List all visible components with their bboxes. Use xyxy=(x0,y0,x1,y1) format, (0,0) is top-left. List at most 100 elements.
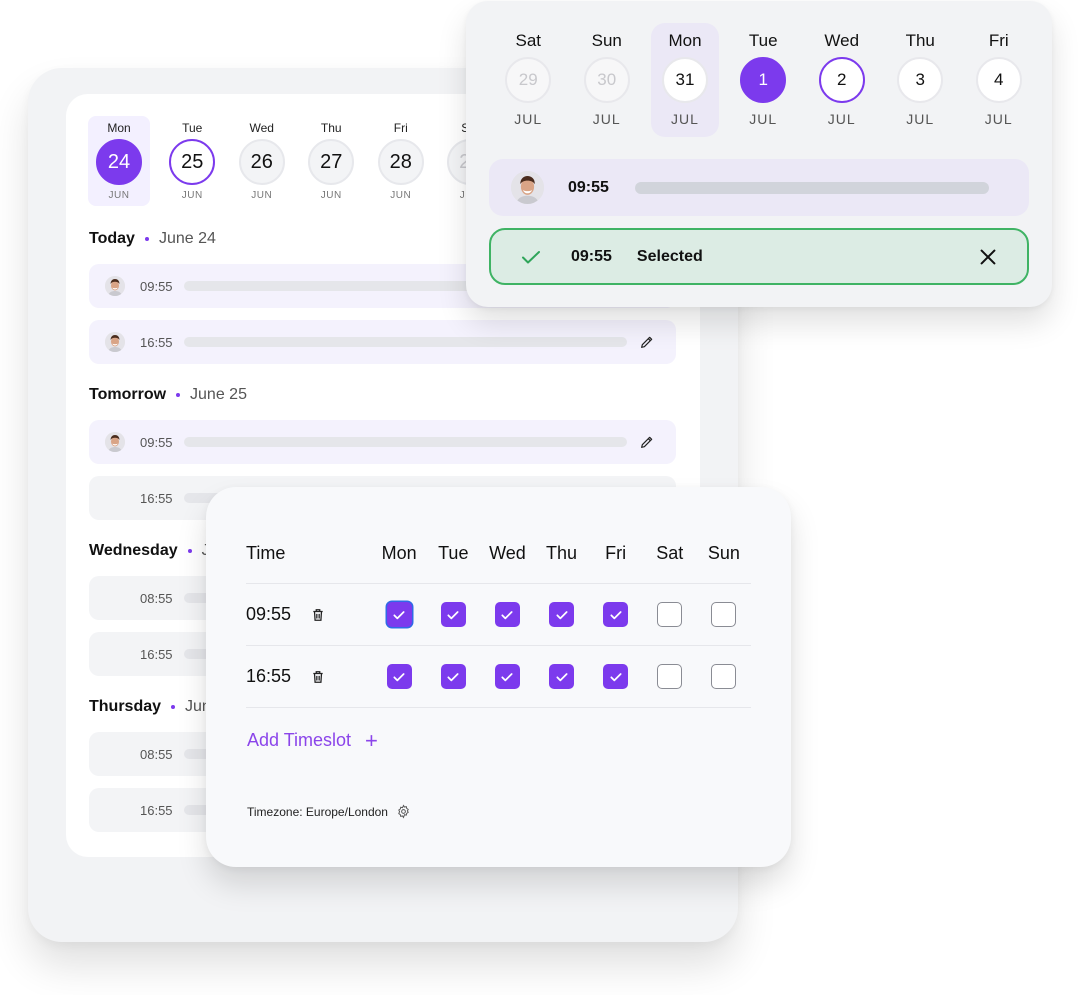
day-month: JUN xyxy=(108,190,130,201)
day-cell xyxy=(697,602,751,627)
day-number: 4 xyxy=(975,57,1022,103)
slot-time: 16:55 xyxy=(140,646,173,662)
avatar xyxy=(105,332,125,352)
day-checkbox-wed[interactable] xyxy=(494,602,520,627)
day-name: Thu xyxy=(905,31,935,50)
day-cell xyxy=(480,602,534,627)
day-cell xyxy=(426,664,480,689)
day-number: 24 xyxy=(96,139,142,185)
timeslot-cell: 09:55 xyxy=(246,604,372,625)
add-timeslot-label: Add Timeslot xyxy=(247,730,352,750)
day-month: JUL xyxy=(514,111,543,127)
day-cell xyxy=(643,602,697,627)
slot-time: 08:55 xyxy=(140,746,173,762)
day-checkbox-thu[interactable] xyxy=(549,664,575,689)
day-cell xyxy=(589,664,643,689)
slot-placeholder-bar xyxy=(184,337,627,347)
avatar xyxy=(105,276,125,296)
selected-time: 09:55 xyxy=(571,247,612,265)
day-checkbox-mon[interactable] xyxy=(386,664,412,689)
day-cell xyxy=(643,664,697,689)
day-checkbox-thu[interactable] xyxy=(549,602,575,627)
picker-slot[interactable]: 09:55 xyxy=(489,159,1029,216)
day-checkbox-fri[interactable] xyxy=(603,664,629,689)
day-number: 31 xyxy=(662,57,708,103)
picker-day-thu[interactable]: Thu 3 JUL xyxy=(881,23,960,137)
pencil-icon[interactable] xyxy=(639,334,655,350)
picker-day-sat: Sat 29 JUL xyxy=(489,23,568,137)
bullet-dot xyxy=(144,237,149,241)
check-icon xyxy=(447,672,459,681)
day-cell xyxy=(697,664,751,689)
day-number: 27 xyxy=(308,139,355,185)
day-checkbox-tue[interactable] xyxy=(440,602,466,627)
day-number: 29 xyxy=(505,57,552,103)
section-day: Today xyxy=(89,230,135,247)
day-month: JUL xyxy=(984,111,1013,127)
check-icon xyxy=(522,250,540,263)
day-checkbox-sun[interactable] xyxy=(711,664,737,689)
day-checkbox-mon[interactable] xyxy=(386,602,412,627)
day-name: Tue xyxy=(182,121,203,135)
time-column-header: Time xyxy=(246,542,286,563)
section-day: Wednesday xyxy=(89,542,178,559)
day-checkbox-sat[interactable] xyxy=(657,664,683,689)
day-column-header: Sat xyxy=(656,542,684,563)
time-slot[interactable]: 09:55 xyxy=(89,420,676,464)
picker-day-fri[interactable]: Fri 4 JUL xyxy=(960,23,1039,137)
check-icon xyxy=(610,610,622,619)
gear-icon[interactable] xyxy=(396,804,411,819)
section-day: Tomorrow xyxy=(89,386,167,403)
agenda-day-tue[interactable]: Tue 25 JUN xyxy=(158,116,228,206)
trash-icon[interactable] xyxy=(311,608,325,622)
check-icon xyxy=(556,672,568,681)
check-icon xyxy=(393,672,405,681)
close-icon[interactable] xyxy=(977,246,999,268)
picker-day-wed[interactable]: Wed 2 JUL xyxy=(803,23,882,137)
timeslot-time: 09:55 xyxy=(246,604,292,624)
check-icon xyxy=(393,610,405,619)
day-column-header: Fri xyxy=(605,542,627,563)
day-checkbox-tue[interactable] xyxy=(440,664,466,689)
section-heading: Tomorrow June 25 xyxy=(89,386,247,404)
add-timeslot-button[interactable]: Add Timeslot + xyxy=(247,729,378,751)
schedule-header-row: Time Mon Tue Wed Thu Fri Sat Sun xyxy=(246,523,751,584)
agenda-day-mon[interactable]: Mon 24 JUN xyxy=(88,116,150,206)
day-checkbox-sun[interactable] xyxy=(711,602,737,627)
pencil-icon[interactable] xyxy=(639,434,655,450)
agenda-day-fri[interactable]: Fri 28 JUN xyxy=(366,116,436,206)
picker-day-mon[interactable]: Mon 31 JUL xyxy=(651,23,719,137)
day-cell xyxy=(372,664,426,689)
time-slot[interactable]: 16:55 xyxy=(89,320,676,364)
slot-time: 16:55 xyxy=(140,490,173,506)
day-number: 25 xyxy=(169,139,216,185)
day-column-header: Wed xyxy=(489,542,526,563)
day-name: Tue xyxy=(748,31,778,50)
day-number: 3 xyxy=(897,57,944,103)
check-icon xyxy=(610,672,622,681)
day-name: Sun xyxy=(591,31,622,50)
day-month: JUL xyxy=(671,111,699,127)
picker-week-strip: Sat 29 JUL Sun 30 JUL Mon 31 JUL Tue 1 JUL Wed 2 JUL Th… xyxy=(489,23,1038,137)
avatar xyxy=(105,432,125,452)
day-column-header: Tue xyxy=(438,542,469,563)
check-icon xyxy=(501,610,513,619)
slot-placeholder-bar xyxy=(635,181,989,194)
timeslot-cell: 16:55 xyxy=(246,666,372,687)
day-checkbox-sat[interactable] xyxy=(657,602,683,627)
day-checkbox-wed[interactable] xyxy=(494,664,520,689)
picker-day-tue[interactable]: Tue 1 JUL xyxy=(724,23,803,137)
slot-picker-popover: Sat 29 JUL Sun 30 JUL Mon 31 JUL Tue 1 JUL Wed 2 JUL Th… xyxy=(466,1,1052,307)
agenda-day-thu[interactable]: Thu 27 JUN xyxy=(297,116,367,206)
day-cell xyxy=(534,602,588,627)
day-checkbox-fri[interactable] xyxy=(603,602,629,627)
slot-time: 09:55 xyxy=(140,434,173,450)
day-month: JUN xyxy=(181,190,203,201)
schedule-row: 09:55 xyxy=(246,584,751,646)
agenda-week-strip: Mon 24 JUN Tue 25 JUN Wed 26 JUN Thu 27 JUN Fri 28 JUN… xyxy=(88,116,505,206)
slot-time: 16:55 xyxy=(140,334,173,350)
trash-icon[interactable] xyxy=(311,670,325,684)
agenda-day-wed[interactable]: Wed 26 JUN xyxy=(227,116,297,206)
day-name: Wed xyxy=(824,31,860,50)
selected-slot-banner: 09:55 Selected xyxy=(489,228,1029,285)
